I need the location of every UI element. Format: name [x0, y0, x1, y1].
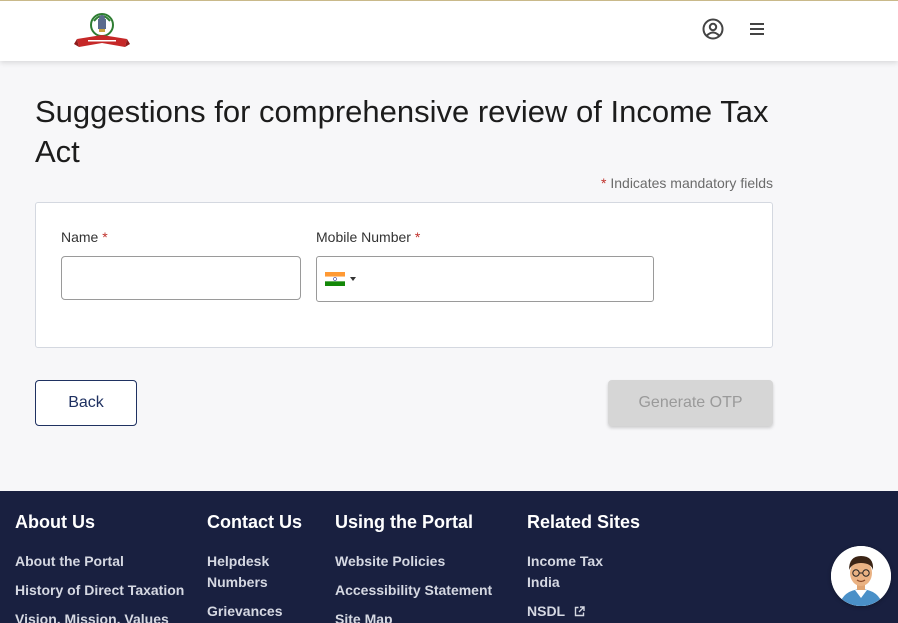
mobile-number-input[interactable] [365, 258, 651, 300]
hamburger-menu-icon[interactable] [748, 20, 768, 38]
footer-link-site-map[interactable]: Site Map [335, 609, 393, 623]
name-label: Name * [61, 229, 108, 245]
chevron-down-icon [350, 277, 356, 281]
top-header-bar [0, 0, 898, 61]
footer-link-website-policies[interactable]: Website Policies [335, 551, 445, 572]
footer-link-history[interactable]: History of Direct Taxation [15, 580, 184, 601]
footer-link-nsdl[interactable]: NSDL [527, 601, 585, 622]
mobile-number-field [316, 256, 654, 302]
country-code-dropdown[interactable] [317, 257, 363, 301]
nsdl-label: NSDL [527, 603, 565, 619]
footer-link-helpdesk[interactable]: Helpdesk [207, 551, 269, 572]
name-required-asterisk: * [102, 229, 108, 245]
contact-form-card: Name * Mobile Number * [35, 202, 773, 348]
name-label-text: Name [61, 229, 99, 245]
footer-link-vision[interactable]: Vision, Mission, Values [15, 609, 169, 623]
user-circle-icon[interactable] [702, 18, 724, 40]
footer-heading-contact: Contact Us [207, 512, 303, 532]
mobile-label-text: Mobile Number [316, 229, 411, 245]
india-flag-icon [325, 272, 345, 286]
footer-link-helpdesk-numbers[interactable]: Numbers [207, 572, 268, 593]
footer-heading-about: About Us [15, 512, 95, 532]
footer-heading-related: Related Sites [527, 512, 641, 532]
footer-link-about-portal[interactable]: About the Portal [15, 551, 124, 572]
external-link-icon [574, 606, 585, 617]
footer-link-income-tax[interactable]: Income Tax [527, 551, 603, 572]
mobile-required-asterisk: * [414, 229, 421, 245]
chatbot-avatar-button[interactable] [831, 546, 891, 606]
site-footer: About Us About the Portal History of Dir… [0, 491, 898, 623]
footer-link-income-tax-india[interactable]: India [527, 572, 560, 593]
footer-heading-portal: Using the Portal [335, 512, 474, 532]
footer-link-grievances[interactable]: Grievances [207, 601, 283, 622]
mandatory-fields-note: * Indicates mandatory fields [601, 175, 773, 191]
name-input[interactable] [61, 256, 301, 300]
required-asterisk: * [601, 175, 607, 191]
page-title: Suggestions for comprehensive review of … [35, 94, 769, 169]
back-button[interactable]: Back [35, 380, 137, 426]
mobile-number-label: Mobile Number * [316, 229, 420, 245]
generate-otp-button[interactable]: Generate OTP [608, 380, 773, 426]
income-tax-logo[interactable] [74, 11, 130, 53]
chatbot-assistant-icon [831, 546, 891, 606]
footer-link-accessibility[interactable]: Accessibility Statement [335, 580, 492, 601]
mandatory-note-text: Indicates mandatory fields [610, 175, 773, 191]
